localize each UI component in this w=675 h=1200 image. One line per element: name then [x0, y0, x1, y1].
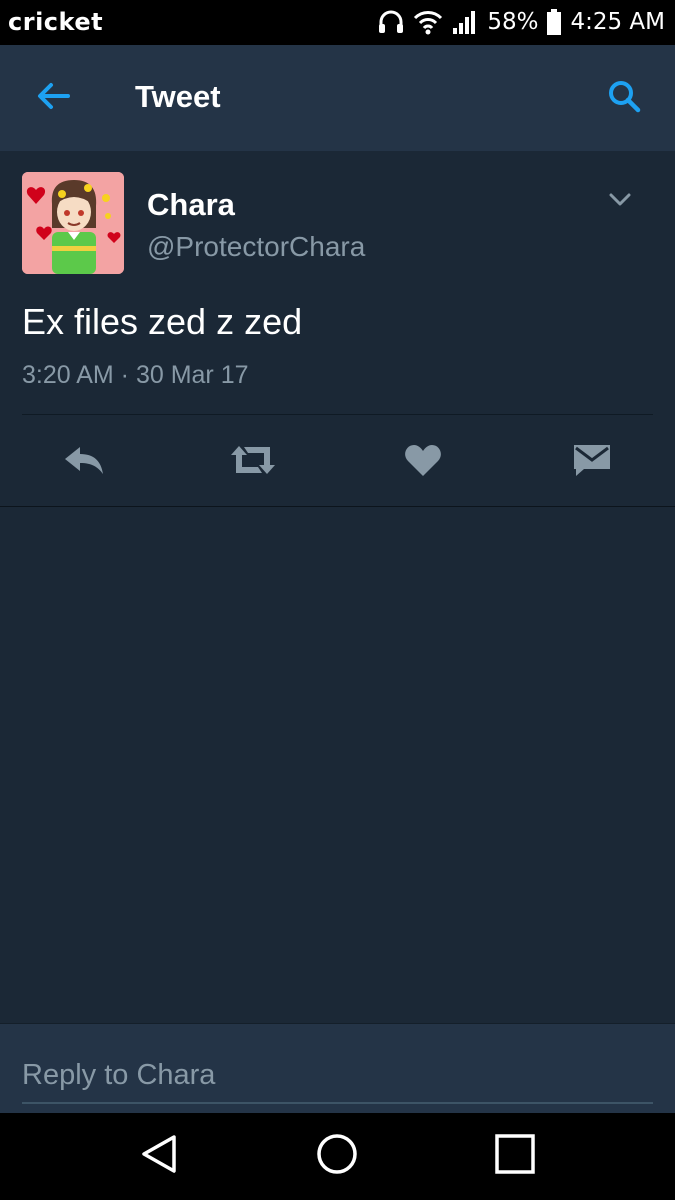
nav-back-button[interactable] [134, 1131, 184, 1181]
system-nav-bar [0, 1113, 675, 1200]
chevron-down-icon [609, 193, 631, 212]
circle-home-icon [315, 1132, 359, 1181]
reply-bar [0, 1023, 675, 1113]
back-arrow-icon [36, 81, 70, 116]
author-handle[interactable]: @ProtectorChara [147, 231, 365, 263]
search-icon [607, 79, 641, 118]
nav-recents-button[interactable] [490, 1131, 540, 1181]
author-name[interactable]: Chara [147, 187, 235, 223]
signal-icon [451, 8, 479, 36]
square-recents-icon [494, 1133, 536, 1180]
reply-button[interactable] [52, 436, 116, 488]
like-icon [404, 443, 442, 482]
direct-message-icon [572, 442, 612, 483]
search-button[interactable] [601, 75, 647, 121]
app-bar: Tweet [0, 45, 675, 151]
nav-home-button[interactable] [312, 1131, 362, 1181]
avatar[interactable] [22, 172, 124, 274]
like-button[interactable] [391, 436, 455, 488]
tweet-detail: Chara @ProtectorChara Ex files zed z zed… [0, 151, 675, 507]
clock: 4:25 AM [570, 9, 665, 35]
back-button[interactable] [30, 75, 76, 121]
reply-icon [62, 443, 106, 482]
status-icons: 58% 4:25 AM [377, 6, 665, 38]
battery-icon [546, 8, 562, 36]
page-title: Tweet [135, 79, 221, 114]
tweet-text: Ex files zed z zed [22, 301, 303, 342]
tweet-menu-button[interactable] [605, 187, 635, 217]
retweet-icon [228, 443, 278, 482]
triangle-back-icon [138, 1133, 180, 1180]
tweet-timestamp: 3:20 AM · 30 Mar 17 [22, 361, 249, 389]
divider [22, 414, 653, 415]
wifi-icon [413, 9, 443, 35]
headset-icon [377, 8, 405, 36]
status-bar: cricket 58% 4:25 AM [0, 0, 675, 45]
tweet-actions [0, 436, 675, 488]
retweet-button[interactable] [221, 436, 285, 488]
battery-percent: 58% [487, 9, 539, 35]
direct-message-button[interactable] [560, 436, 624, 488]
carrier-label: cricket [8, 8, 104, 36]
reply-input[interactable] [22, 1054, 653, 1104]
